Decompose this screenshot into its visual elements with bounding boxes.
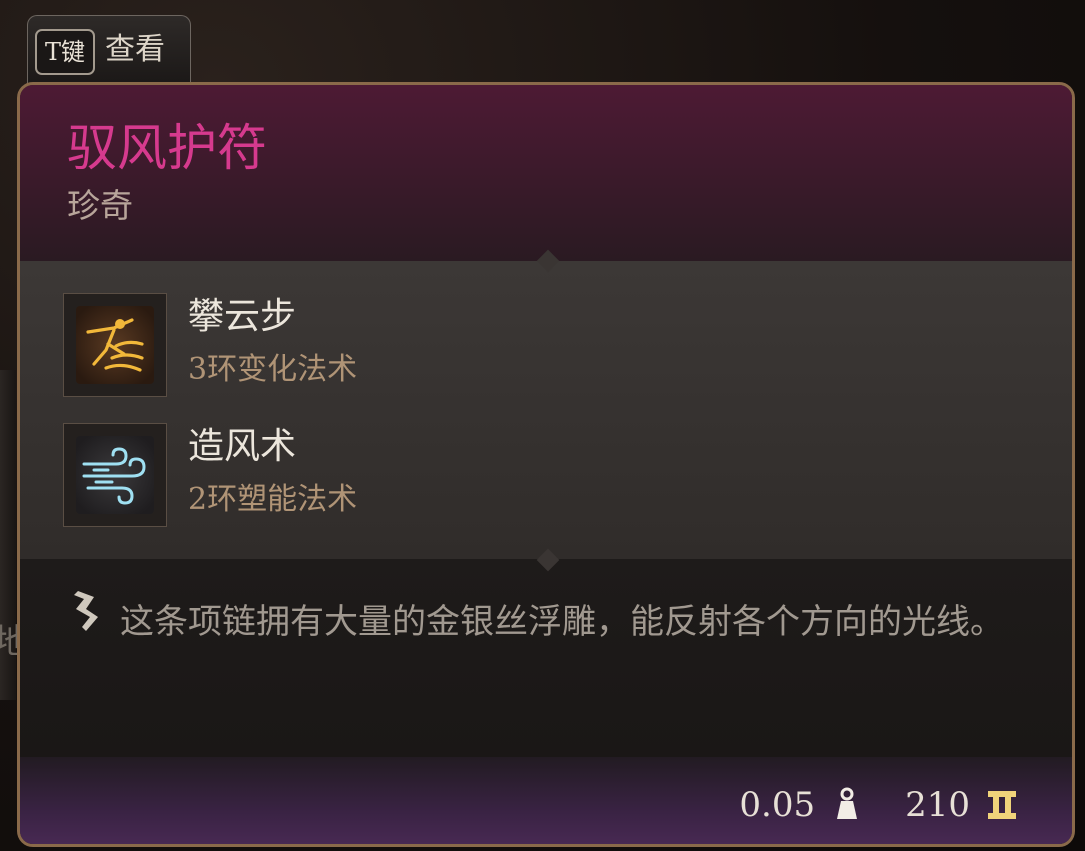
weight-icon — [829, 785, 865, 825]
item-name: 驭风护符 — [67, 119, 267, 177]
quill-icon — [64, 587, 104, 635]
gold-value: 210 — [905, 785, 970, 825]
weight-value: 0.05 — [739, 785, 816, 825]
spell-level-school: 3环变化法术 — [188, 352, 358, 387]
item-rarity: 珍奇 — [67, 186, 133, 225]
inspect-key-hint[interactable]: T键 查看 — [27, 15, 191, 85]
spell-icon-frame — [63, 293, 167, 397]
tooltip-header: 驭风护符 珍奇 — [20, 85, 1072, 261]
spell-name: 造风术 — [188, 426, 297, 467]
item-description: 这条项链拥有大量的金银丝浮雕，能反射各个方向的光线。 — [20, 559, 1072, 757]
item-tooltip: 驭风护符 珍奇 攀云步 3环变化法术 造风术 2环塑能法术 这条项链拥有大量的金… — [17, 82, 1075, 847]
gold-coin-icon — [984, 785, 1020, 825]
item-stats: 0.05 210 — [739, 781, 1020, 829]
flying-figure-icon — [76, 306, 154, 384]
spell-level-school: 2环塑能法术 — [188, 482, 358, 517]
spell-name: 攀云步 — [188, 296, 297, 337]
inspect-label: 查看 — [105, 32, 165, 67]
wind-gust-icon — [76, 436, 154, 514]
keycap-t: T键 — [35, 29, 95, 75]
spell-list: 攀云步 3环变化法术 造风术 2环塑能法术 — [20, 261, 1072, 559]
description-text: 这条项链拥有大量的金银丝浮雕，能反射各个方向的光线。 — [120, 602, 1004, 642]
tooltip-footer: 0.05 210 — [20, 757, 1072, 844]
spell-icon-frame — [63, 423, 167, 527]
